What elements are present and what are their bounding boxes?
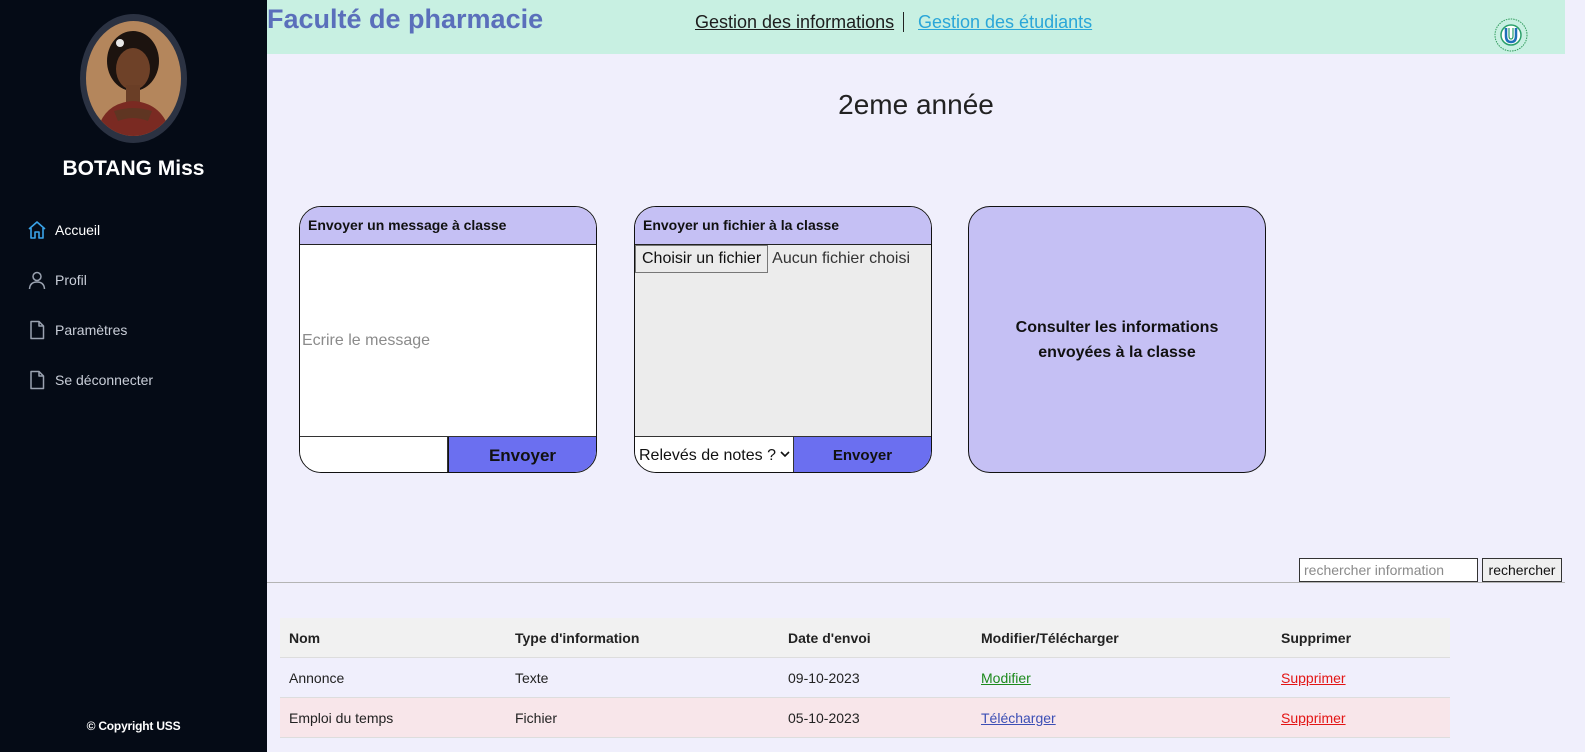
delete-link[interactable]: Supprimer [1281,670,1346,686]
choose-file-button[interactable]: Choisir un fichier [635,245,769,273]
cell-date: 09-10-2023 [788,669,860,686]
user-icon [27,270,47,290]
card-title: Envoyer un fichier à la classe [635,207,931,245]
download-link[interactable]: Télécharger [981,710,1056,726]
delete-link[interactable]: Supprimer [1281,710,1346,726]
table-row: Annonce Texte 09-10-2023 Modifier Suppri… [280,658,1450,698]
top-header: Faculté de pharmacie Gestion des informa… [267,0,1565,54]
gestion-informations-link[interactable]: Gestion des informations [695,12,894,33]
file-status: Aucun fichier choisi [772,250,910,267]
search-button[interactable]: rechercher [1482,558,1562,582]
sidebar-item-label: Se déconnecter [55,372,154,388]
file-dropzone[interactable]: Choisir un fichier Aucun fichier choisi [635,245,931,436]
search-input[interactable]: rechercher information [1299,558,1478,582]
card-title: Envoyer un message à classe [300,207,596,245]
chevron-down-icon [780,449,790,462]
message-actions: Envoyer [300,436,596,472]
sidebar-item-deconnecter[interactable]: Se déconnecter [27,368,153,392]
university-logo [1493,17,1529,53]
page-title: 2eme année [838,89,994,120]
avatar-frame [80,14,187,143]
site-title: Faculté de pharmacie [267,4,544,34]
send-message-card: Envoyer un message à classe Ecrire le me… [299,206,597,473]
file-icon [27,370,47,390]
column-header: Supprimer [1281,629,1352,646]
scrollbar-track[interactable] [1565,0,1585,752]
table-row: Emploi du temps Fichier 05-10-2023 Téléc… [280,698,1450,738]
cell-type: Fichier [515,709,558,726]
consult-info-card[interactable]: Consulter les informations envoyées à la… [968,206,1266,473]
sidebar-item-label: Accueil [55,222,101,238]
column-header: Modifier/Télécharger [981,629,1119,646]
sidebar: BOTANG Miss Accueil Profil Paramètres Se… [0,0,267,752]
modify-link[interactable]: Modifier [981,670,1031,686]
home-icon [27,220,47,240]
file-type-select[interactable]: Relevés de notes ? [635,437,794,472]
file-type-value: Relevés de notes ? [639,446,776,464]
divider [267,582,1565,583]
sidebar-item-label: Profil [55,272,87,288]
message-extra-field[interactable] [300,437,448,472]
username: BOTANG Miss [62,157,205,180]
cell-nom: Annonce [289,669,345,686]
send-file-button[interactable]: Envoyer [794,437,931,472]
file-actions: Relevés de notes ? Envoyer [635,436,931,472]
table-header-row: Nom Type d'information Date d'envoi Modi… [280,618,1450,658]
sidebar-item-profil[interactable]: Profil [27,268,153,292]
sidebar-item-accueil[interactable]: Accueil [27,218,153,242]
cell-nom: Emploi du temps [289,709,394,726]
info-table: Nom Type d'information Date d'envoi Modi… [280,618,1450,738]
cell-type: Texte [515,669,549,686]
avatar[interactable] [86,21,181,136]
sidebar-item-label: Paramètres [55,322,128,338]
column-header: Nom [289,629,321,646]
sidebar-nav: Accueil Profil Paramètres Se déconnecter [27,218,153,418]
message-textarea[interactable]: Ecrire le message [300,245,596,436]
send-file-card: Envoyer un fichier à la classe Choisir u… [634,206,932,473]
file-icon [27,320,47,340]
gestion-etudiants-link[interactable]: Gestion des étudiants [918,12,1092,33]
file-picker: Choisir un fichier Aucun fichier choisi [635,245,931,273]
sidebar-item-parametres[interactable]: Paramètres [27,318,153,342]
link-divider [903,12,904,32]
send-message-button[interactable]: Envoyer [448,437,596,472]
column-header: Date d'envoi [788,629,871,646]
cell-date: 05-10-2023 [788,709,860,726]
column-header: Type d'information [515,629,640,646]
copyright: © Copyright USS [86,719,181,733]
